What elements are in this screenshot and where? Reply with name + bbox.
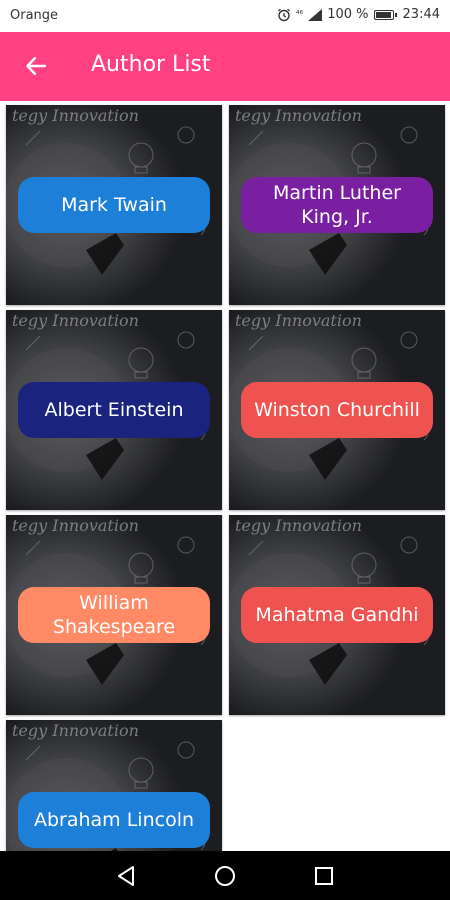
status-bar: Orange ⁴⁶ 100 % 23:44	[0, 0, 450, 32]
circle-home-icon[interactable]	[212, 863, 238, 889]
alarm-clock-icon	[278, 8, 290, 22]
author-name-button[interactable]: Mahatma Gandhi	[241, 587, 433, 643]
author-card[interactable]: tegy Innovation Winston Churchill	[229, 310, 445, 510]
battery-percent: 100 %	[327, 7, 369, 22]
battery-level-fill	[375, 12, 391, 18]
author-name-button[interactable]: William Shakespeare	[18, 587, 210, 643]
author-name-button[interactable]: Martin Luther King, Jr.	[241, 177, 433, 233]
clock-time: 23:44	[402, 7, 440, 22]
back-button[interactable]	[16, 46, 56, 86]
carrier-label: Orange	[10, 8, 59, 23]
author-name-button[interactable]: Albert Einstein	[18, 382, 210, 438]
status-indicators: ⁴⁶ 100 % 23:44	[277, 7, 440, 23]
page-title: Author List	[91, 52, 211, 77]
background-caption: tegy Innovation	[12, 721, 139, 740]
square-recents-icon[interactable]	[311, 863, 337, 889]
arrow-left-icon	[26, 56, 47, 76]
background-caption: tegy Innovation	[12, 106, 139, 125]
navigation-bar	[0, 851, 450, 900]
author-name-button[interactable]: Winston Churchill	[241, 382, 433, 438]
signal-label: ⁴⁶	[296, 10, 304, 20]
background-caption: tegy Innovation	[12, 311, 139, 330]
signal-icon	[308, 9, 323, 21]
battery-icon	[373, 10, 397, 20]
background-caption: tegy Innovation	[235, 311, 362, 330]
author-name-button[interactable]: Abraham Lincoln	[18, 792, 210, 848]
author-card[interactable]: tegy Innovation Mark Twain	[6, 105, 222, 305]
background-caption: tegy Innovation	[235, 106, 362, 125]
author-card[interactable]: tegy Innovation Martin Luther King, Jr.	[229, 105, 445, 305]
triangle-back-icon[interactable]	[114, 863, 140, 889]
background-caption: tegy Innovation	[235, 516, 362, 535]
author-name-button[interactable]: Mark Twain	[18, 177, 210, 233]
background-caption: tegy Innovation	[12, 516, 139, 535]
author-card[interactable]: tegy Innovation Albert Einstein	[6, 310, 222, 510]
app-bar: Author List	[0, 32, 450, 101]
screen: Orange ⁴⁶ 100 % 23:44 Author List tegy I…	[0, 0, 450, 900]
author-card[interactable]: tegy Innovation William Shakespeare	[6, 515, 222, 715]
author-card[interactable]: tegy Innovation Mahatma Gandhi	[229, 515, 445, 715]
